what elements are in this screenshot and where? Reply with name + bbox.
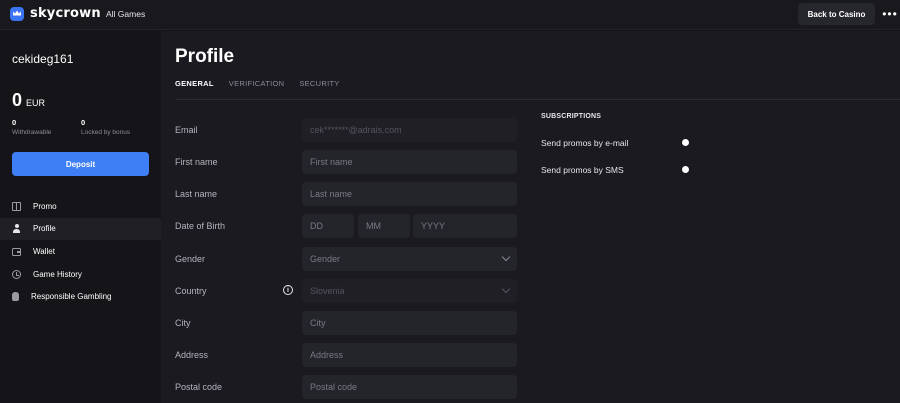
top-bar: skycrown All Games Back to Casino ••• bbox=[0, 0, 900, 30]
crown-icon bbox=[10, 6, 24, 21]
dob-label: Date of Birth bbox=[175, 221, 226, 231]
first-name-row: First name bbox=[175, 150, 517, 174]
deposit-button[interactable]: Deposit bbox=[12, 152, 149, 176]
sms-promo-label: Send promos by SMS bbox=[541, 165, 624, 175]
sidebar-item-label: Promo bbox=[33, 201, 57, 211]
gender-select[interactable]: Gender bbox=[302, 247, 517, 271]
locked-value: 0 bbox=[81, 118, 86, 127]
gender-value: Gender bbox=[310, 254, 341, 264]
tab-general[interactable]: GENERAL bbox=[175, 79, 214, 100]
sidebar-item-profile[interactable]: Profile bbox=[0, 217, 161, 241]
sidebar-menu: Promo Profile Wallet Game History Respon… bbox=[0, 195, 161, 308]
locked-stat: 0 Locked by bonus bbox=[81, 118, 130, 136]
country-row: Country i Slovenia bbox=[175, 279, 517, 303]
back-to-casino-button[interactable]: Back to Casino bbox=[798, 3, 875, 25]
locked-label: Locked by bonus bbox=[81, 129, 131, 136]
tabs-divider bbox=[175, 99, 900, 100]
email-promo-row: Send promos by e-mail bbox=[541, 136, 696, 150]
sidebar-item-game-history[interactable]: Game History bbox=[0, 263, 161, 286]
withdrawable-stat: 0 Withdrawable bbox=[12, 118, 51, 136]
city-row: City bbox=[175, 311, 517, 335]
email-label: Email bbox=[175, 125, 198, 135]
sms-promo-row: Send promos by SMS bbox=[541, 163, 696, 177]
balance-currency: EUR bbox=[26, 98, 46, 108]
first-name-input[interactable] bbox=[302, 150, 517, 174]
sidebar-item-promo[interactable]: Promo bbox=[0, 195, 161, 218]
last-name-row: Last name bbox=[175, 182, 517, 206]
city-input[interactable] bbox=[302, 311, 517, 335]
email-field: cek*******@adrais.com bbox=[302, 118, 517, 142]
logo-text: skycrown bbox=[30, 6, 101, 21]
subscriptions-title: SUBSCRIPTIONS bbox=[541, 113, 602, 120]
dob-row: Date of Birth DD MM YYYY bbox=[175, 214, 517, 238]
address-label: Address bbox=[175, 350, 209, 360]
username: cekideg161 bbox=[12, 52, 74, 66]
sidebar: cekideg161 0 EUR 0 Withdrawable 0 Locked… bbox=[0, 31, 161, 403]
sms-promo-toggle[interactable] bbox=[680, 164, 696, 175]
more-icon: ••• bbox=[882, 7, 898, 21]
last-name-input[interactable] bbox=[302, 182, 517, 206]
sidebar-item-label: Responsible Gambling bbox=[31, 292, 112, 302]
postal-code-label: Postal code bbox=[175, 382, 223, 392]
address-row: Address bbox=[175, 343, 517, 367]
dob-month-input[interactable]: MM bbox=[358, 214, 410, 238]
email-promo-label: Send promos by e-mail bbox=[541, 138, 629, 148]
country-value: Slovenia bbox=[310, 286, 345, 296]
toggle-knob bbox=[682, 166, 689, 173]
postal-code-row: Postal code bbox=[175, 375, 517, 399]
history-icon bbox=[12, 269, 21, 279]
gender-row: Gender Gender bbox=[175, 247, 517, 271]
address-input[interactable] bbox=[302, 343, 517, 367]
main-content: Profile GENERAL VERIFICATION SECURITY Em… bbox=[161, 31, 900, 403]
balance-amount: 0 bbox=[12, 90, 23, 110]
info-icon[interactable]: i bbox=[283, 285, 293, 295]
logo[interactable]: skycrown bbox=[10, 6, 101, 21]
chevron-down-icon bbox=[501, 252, 511, 262]
profile-tabs: GENERAL VERIFICATION SECURITY bbox=[175, 79, 340, 100]
withdrawable-label: Withdrawable bbox=[12, 129, 52, 136]
hand-icon bbox=[12, 292, 19, 302]
chevron-down-icon bbox=[501, 284, 511, 294]
sidebar-item-label: Profile bbox=[33, 224, 56, 234]
dob-day-input[interactable]: DD bbox=[302, 214, 354, 238]
all-games-link[interactable]: All Games bbox=[106, 9, 145, 19]
postal-code-input[interactable] bbox=[302, 375, 517, 399]
tab-verification[interactable]: VERIFICATION bbox=[229, 79, 285, 100]
withdrawable-value: 0 bbox=[12, 118, 17, 127]
sidebar-item-responsible-gambling[interactable]: Responsible Gambling bbox=[0, 285, 161, 308]
tab-security[interactable]: SECURITY bbox=[299, 79, 339, 100]
sidebar-item-label: Game History bbox=[33, 269, 82, 279]
country-select: Slovenia bbox=[302, 279, 517, 303]
email-row: Email cek*******@adrais.com bbox=[175, 118, 517, 142]
sidebar-item-wallet[interactable]: Wallet bbox=[0, 240, 161, 263]
balance: 0 EUR bbox=[12, 90, 45, 111]
wallet-icon bbox=[12, 248, 21, 257]
first-name-label: First name bbox=[175, 157, 218, 167]
sidebar-item-label: Wallet bbox=[33, 246, 55, 256]
dob-year-input[interactable]: YYYY bbox=[413, 214, 517, 238]
more-menu-button[interactable]: ••• bbox=[880, 3, 900, 25]
gift-icon bbox=[12, 201, 21, 211]
page-title: Profile bbox=[175, 46, 235, 67]
user-icon bbox=[12, 224, 21, 234]
city-label: City bbox=[175, 318, 191, 328]
email-promo-toggle[interactable] bbox=[680, 137, 696, 148]
gender-label: Gender bbox=[175, 254, 206, 264]
last-name-label: Last name bbox=[175, 189, 218, 199]
toggle-knob bbox=[682, 139, 689, 146]
